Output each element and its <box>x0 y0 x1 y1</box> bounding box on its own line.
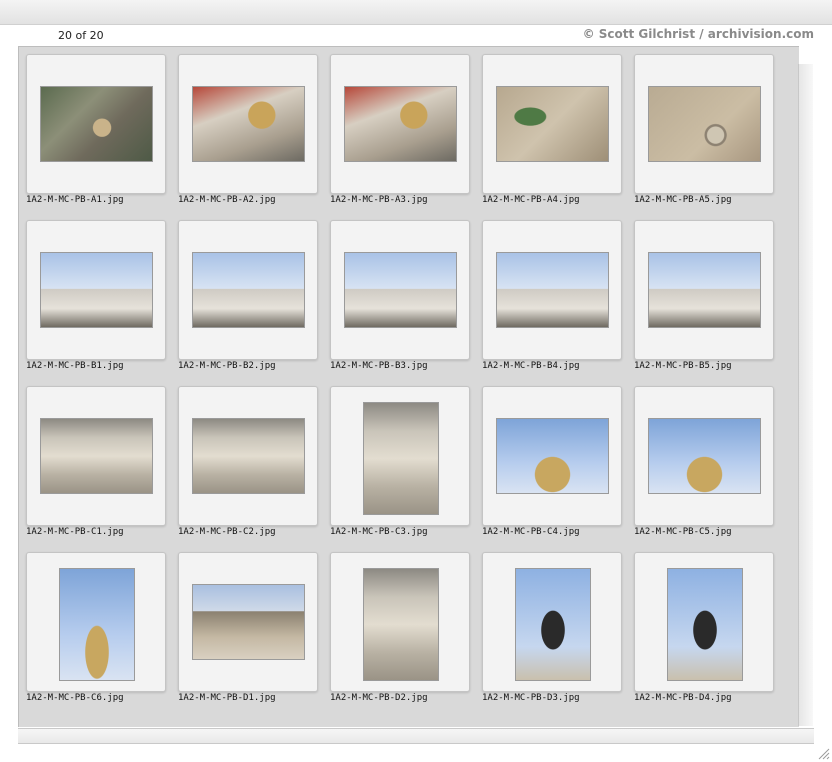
thumbnail-filename: 1A2-M-MC-PB-B2.jpg <box>178 361 276 371</box>
thumbnail-image[interactable] <box>648 86 761 162</box>
thumbnail-image[interactable] <box>344 86 457 162</box>
thumbnail-image[interactable] <box>515 568 591 681</box>
slide-mount[interactable] <box>634 54 774 194</box>
thumbnail-filename: 1A2-M-MC-PB-A5.jpg <box>634 195 732 205</box>
slide-mount[interactable] <box>482 552 622 692</box>
thumbnail-image[interactable] <box>648 252 761 328</box>
resize-grip-icon[interactable] <box>818 748 830 760</box>
thumbnail-filename: 1A2-M-MC-PB-B1.jpg <box>26 361 124 371</box>
thumbnail-cell[interactable]: 1A2-M-MC-PB-B3.jpg <box>324 214 476 376</box>
thumbnail-image[interactable] <box>40 86 153 162</box>
thumbnail-filename: 1A2-M-MC-PB-C6.jpg <box>26 693 124 703</box>
thumbnail-filename: 1A2-M-MC-PB-A4.jpg <box>482 195 580 205</box>
thumbnail-cell[interactable]: 1A2-M-MC-PB-A1.jpg <box>20 48 172 210</box>
vertical-scrollbar[interactable] <box>798 64 813 726</box>
thumbnail-image[interactable] <box>344 252 457 328</box>
thumbnail-filename: 1A2-M-MC-PB-C2.jpg <box>178 527 276 537</box>
thumbnail-filename: 1A2-M-MC-PB-C3.jpg <box>330 527 428 537</box>
slide-mount[interactable] <box>330 552 470 692</box>
thumbnail-cell[interactable]: 1A2-M-MC-PB-B5.jpg <box>628 214 780 376</box>
slide-mount[interactable] <box>178 54 318 194</box>
thumbnail-filename: 1A2-M-MC-PB-C1.jpg <box>26 527 124 537</box>
thumbnail-filename: 1A2-M-MC-PB-C5.jpg <box>634 527 732 537</box>
thumbnail-cell[interactable]: 1A2-M-MC-PB-C3.jpg <box>324 380 476 542</box>
thumbnail-filename: 1A2-M-MC-PB-B4.jpg <box>482 361 580 371</box>
slide-mount[interactable] <box>330 220 470 360</box>
thumbnail-cell[interactable]: 1A2-M-MC-PB-A2.jpg <box>172 48 324 210</box>
thumbnail-image[interactable] <box>40 418 153 494</box>
thumbnail-filename: 1A2-M-MC-PB-A2.jpg <box>178 195 276 205</box>
slide-mount[interactable] <box>178 386 318 526</box>
slide-mount[interactable] <box>330 386 470 526</box>
thumbnail-filename: 1A2-M-MC-PB-D2.jpg <box>330 693 428 703</box>
thumbnail-cell[interactable]: 1A2-M-MC-PB-B4.jpg <box>476 214 628 376</box>
thumbnail-image[interactable] <box>59 568 135 681</box>
thumbnail-cell[interactable]: 1A2-M-MC-PB-D2.jpg <box>324 546 476 708</box>
thumbnail-image[interactable] <box>192 252 305 328</box>
thumbnail-cell[interactable]: 1A2-M-MC-PB-A5.jpg <box>628 48 780 210</box>
header-bar: 20 of 20 © Scott Gilchrist / archivision… <box>0 24 832 46</box>
image-count-label: 20 of 20 <box>58 29 104 42</box>
thumbnail-filename: 1A2-M-MC-PB-A3.jpg <box>330 195 428 205</box>
thumbnail-filename: 1A2-M-MC-PB-B5.jpg <box>634 361 732 371</box>
thumbnail-image[interactable] <box>496 252 609 328</box>
window-top-strip <box>0 0 832 25</box>
slide-mount[interactable] <box>482 386 622 526</box>
thumbnail-cell[interactable]: 1A2-M-MC-PB-C4.jpg <box>476 380 628 542</box>
slide-mount[interactable] <box>178 220 318 360</box>
copyright-credit: © Scott Gilchrist / archivision.com <box>582 27 814 41</box>
thumbnail-image[interactable] <box>192 584 305 660</box>
thumbnail-filename: 1A2-M-MC-PB-D4.jpg <box>634 693 732 703</box>
thumbnail-cell[interactable]: 1A2-M-MC-PB-A3.jpg <box>324 48 476 210</box>
slide-mount[interactable] <box>26 220 166 360</box>
slide-mount[interactable] <box>482 220 622 360</box>
thumbnail-cell[interactable]: 1A2-M-MC-PB-C5.jpg <box>628 380 780 542</box>
thumbnail-cell[interactable]: 1A2-M-MC-PB-C1.jpg <box>20 380 172 542</box>
slide-mount[interactable] <box>634 220 774 360</box>
slide-mount[interactable] <box>330 54 470 194</box>
thumbnail-image[interactable] <box>40 252 153 328</box>
thumbnail-image[interactable] <box>667 568 743 681</box>
thumbnail-image[interactable] <box>648 418 761 494</box>
slide-mount[interactable] <box>634 552 774 692</box>
thumbnail-image[interactable] <box>192 418 305 494</box>
slide-mount[interactable] <box>26 552 166 692</box>
thumbnail-filename: 1A2-M-MC-PB-D3.jpg <box>482 693 580 703</box>
thumbnail-image[interactable] <box>192 86 305 162</box>
slide-mount[interactable] <box>26 54 166 194</box>
horizontal-scrollbar[interactable] <box>18 728 814 744</box>
thumbnail-image[interactable] <box>496 418 609 494</box>
thumbnail-cell[interactable]: 1A2-M-MC-PB-B2.jpg <box>172 214 324 376</box>
thumbnail-filename: 1A2-M-MC-PB-A1.jpg <box>26 195 124 205</box>
thumbnail-cell[interactable]: 1A2-M-MC-PB-A4.jpg <box>476 48 628 210</box>
thumbnail-cell[interactable]: 1A2-M-MC-PB-C6.jpg <box>20 546 172 708</box>
thumbnail-image[interactable] <box>363 402 439 515</box>
thumbnail-cell[interactable]: 1A2-M-MC-PB-D4.jpg <box>628 546 780 708</box>
thumbnail-cell[interactable]: 1A2-M-MC-PB-D1.jpg <box>172 546 324 708</box>
thumbnail-image[interactable] <box>496 86 609 162</box>
thumbnail-cell[interactable]: 1A2-M-MC-PB-D3.jpg <box>476 546 628 708</box>
thumbnail-filename: 1A2-M-MC-PB-C4.jpg <box>482 527 580 537</box>
slide-mount[interactable] <box>178 552 318 692</box>
thumbnail-image[interactable] <box>363 568 439 681</box>
thumbnail-cell[interactable]: 1A2-M-MC-PB-C2.jpg <box>172 380 324 542</box>
slide-mount[interactable] <box>634 386 774 526</box>
thumbnail-grid: 1A2-M-MC-PB-A1.jpg 1A2-M-MC-PB-A2.jpg 1A2-… <box>18 46 799 727</box>
thumbnail-filename: 1A2-M-MC-PB-B3.jpg <box>330 361 428 371</box>
slide-mount[interactable] <box>26 386 166 526</box>
thumbnail-filename: 1A2-M-MC-PB-D1.jpg <box>178 693 276 703</box>
thumbnail-cell[interactable]: 1A2-M-MC-PB-B1.jpg <box>20 214 172 376</box>
slide-mount[interactable] <box>482 54 622 194</box>
